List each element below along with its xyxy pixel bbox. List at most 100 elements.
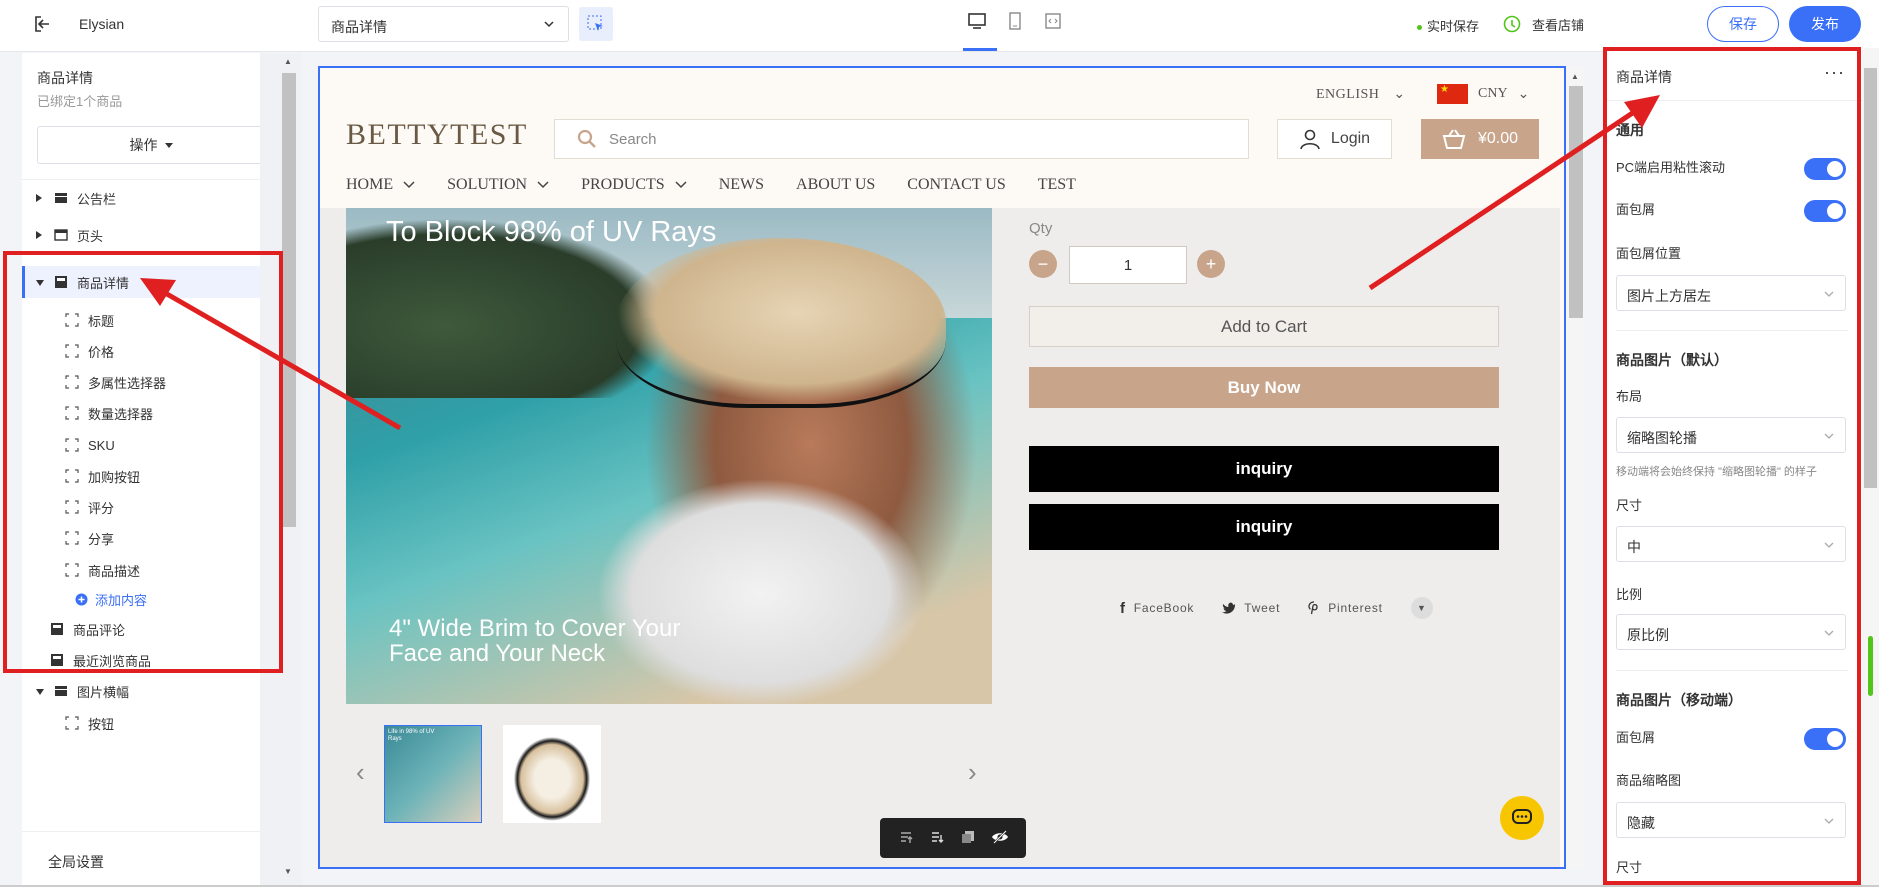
search-icon [577, 129, 596, 148]
duplicate-icon[interactable] [960, 829, 976, 848]
share-facebook[interactable]: f FaceBook [1120, 600, 1194, 617]
tree-label: 页头 [77, 228, 104, 244]
divider [22, 179, 281, 180]
canvas-scrollbar[interactable]: ▲ [1567, 66, 1585, 869]
language-selector[interactable]: ENGLISH ⌄ [1316, 86, 1406, 103]
scroll-up-icon[interactable]: ▲ [1571, 72, 1579, 81]
chevron-down-icon [403, 181, 415, 189]
inquiry-button-1[interactable]: inquiry [1029, 446, 1499, 492]
caret-right-icon[interactable] [35, 228, 45, 243]
fullscreen-icon[interactable] [1040, 8, 1066, 34]
scroll-thumb[interactable] [282, 73, 296, 527]
caret-right-icon[interactable] [35, 191, 45, 206]
operations-label: 操作 [129, 137, 158, 153]
caret-down-icon[interactable] [35, 684, 45, 699]
view-shop-link[interactable]: 查看店铺 [1502, 14, 1584, 34]
panel-subtitle: 已绑定1个商品 [37, 94, 123, 109]
thumbnail-2[interactable] [503, 725, 601, 823]
chevron-down-icon [542, 17, 556, 34]
share-pinterest[interactable]: Pinterest [1308, 601, 1383, 615]
plus-icon: + [1205, 253, 1217, 274]
operations-dropdown[interactable]: 操作 [37, 126, 266, 164]
view-shop-label: 查看店铺 [1532, 17, 1585, 33]
cart-button[interactable]: ¥0.00 [1421, 119, 1539, 159]
chevron-right-icon[interactable]: › [968, 757, 977, 788]
qty-decrement-button[interactable]: − [1029, 250, 1057, 278]
app-name: Elysian [79, 16, 125, 32]
image-dress [596, 478, 926, 704]
scroll-up-icon[interactable]: ▲ [284, 57, 292, 66]
scroll-down-icon[interactable]: ▼ [284, 867, 292, 876]
nav-contact[interactable]: CONTACT US [907, 176, 1005, 194]
buy-now-button[interactable]: Buy Now [1029, 367, 1499, 408]
panel-title: 商品详情 [37, 70, 93, 86]
nav-label: PRODUCTS [581, 176, 665, 193]
tree-label: 公告栏 [77, 191, 117, 207]
qty-label: Qty [1029, 220, 1053, 237]
publish-button[interactable]: 发布 [1789, 6, 1861, 42]
tree-item-header[interactable]: 页头 [22, 219, 281, 251]
nav-test[interactable]: TEST [1038, 176, 1076, 194]
move-down-icon[interactable] [929, 829, 945, 848]
annotation-box-right [1603, 47, 1861, 885]
desktop-icon[interactable] [964, 8, 990, 34]
twitter-icon [1222, 602, 1236, 614]
scroll-thumb[interactable] [1569, 86, 1583, 318]
cart-total: ¥0.00 [1477, 130, 1519, 147]
share-label: FaceBook [1133, 601, 1195, 615]
nav-about[interactable]: ABOUT US [796, 176, 875, 194]
exit-icon[interactable] [32, 13, 54, 35]
product-section: To Block 98% of UV Rays 4" Wide Brim to … [320, 208, 1560, 867]
shop-icon [1503, 15, 1521, 33]
top-toolbar: Elysian 商品详情 实时保存 查看店铺 保存 发布 [0, 0, 1879, 52]
scroll-thumb[interactable] [1864, 68, 1877, 488]
login-button[interactable]: Login [1277, 119, 1392, 159]
active-device-indicator [963, 48, 997, 51]
store-search-input[interactable]: Search [554, 119, 1249, 159]
store-nav: HOME SOLUTION PRODUCTS NEWS ABOUT US CON… [346, 176, 1076, 194]
nav-solution[interactable]: SOLUTION [447, 176, 549, 194]
nav-products[interactable]: PRODUCTS [581, 176, 687, 194]
product-main-image[interactable]: To Block 98% of UV Rays 4" Wide Brim to … [346, 208, 992, 704]
annotation-box-left [3, 251, 283, 673]
tree-item-image-banner[interactable]: 图片横幅 [22, 675, 281, 707]
thumbnail-1[interactable]: Life in 98% of UV Rays [384, 725, 482, 823]
tree-item-button[interactable]: 按钮 [22, 707, 281, 739]
add-to-cart-button[interactable]: Add to Cart [1029, 306, 1499, 347]
chat-bubble-icon [1512, 809, 1532, 824]
store-logo[interactable]: BETTYTEST [346, 118, 528, 152]
qty-increment-button[interactable]: + [1197, 250, 1225, 278]
scroll-position-indicator [1868, 636, 1873, 696]
inquiry-button-2[interactable]: inquiry [1029, 504, 1499, 550]
share-tweet[interactable]: Tweet [1222, 601, 1280, 615]
autosave-status: 实时保存 [1417, 16, 1479, 35]
settings-scrollbar[interactable] [1862, 48, 1879, 887]
element-picker-button[interactable] [579, 7, 613, 41]
thumbnail-carousel: ‹ Life in 98% of UV Rays › [346, 725, 992, 825]
chevron-left-icon[interactable]: ‹ [356, 757, 365, 788]
search-placeholder: Search [609, 130, 657, 148]
mobile-icon[interactable] [1002, 8, 1028, 34]
chevron-down-icon [675, 181, 687, 189]
pinterest-icon [1308, 601, 1318, 615]
image-hat [616, 238, 946, 408]
tree-item-announcement[interactable]: 公告栏 [22, 182, 281, 214]
global-settings-link[interactable]: 全局设置 [48, 852, 104, 872]
share-more-icon[interactable]: ▼ [1410, 597, 1433, 619]
divider [22, 831, 281, 832]
autosave-label: 实时保存 [1427, 19, 1480, 34]
page-select[interactable]: 商品详情 [318, 6, 569, 42]
tree-label: 图片横幅 [77, 684, 130, 700]
nav-home[interactable]: HOME [346, 176, 415, 194]
facebook-icon: f [1120, 599, 1126, 617]
currency-selector[interactable]: CNY ⌄ [1437, 84, 1529, 104]
move-up-icon[interactable] [898, 829, 914, 848]
nav-news[interactable]: NEWS [719, 176, 764, 194]
save-button[interactable]: 保存 [1707, 6, 1779, 42]
hide-icon[interactable] [991, 829, 1009, 848]
chevron-down-icon [537, 181, 549, 189]
device-switcher [964, 8, 1066, 34]
caret-down-icon [164, 143, 173, 148]
chat-widget[interactable] [1500, 796, 1544, 840]
qty-input[interactable]: 1 [1069, 246, 1187, 284]
